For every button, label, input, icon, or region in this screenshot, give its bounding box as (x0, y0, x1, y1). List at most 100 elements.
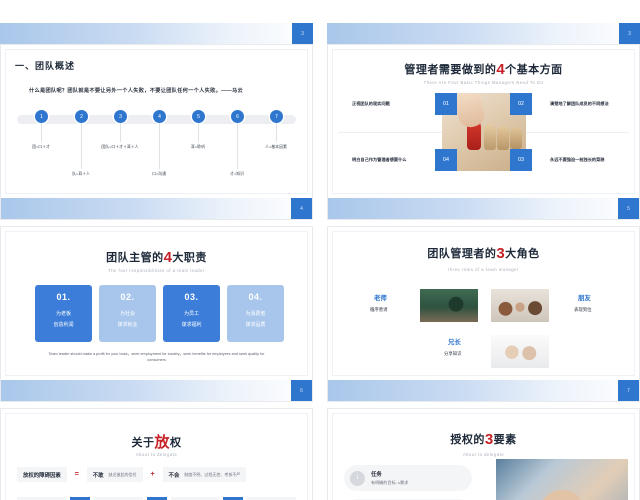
timeline-label-3: 团队=口＋才＋耳＋人 (101, 144, 139, 149)
formula-lhs: 放权的障碍因素 (17, 467, 67, 482)
footnote-text: Team leader should make a profit for you… (48, 352, 265, 362)
slide-canvas: 授权的3要素 About to delegate 1 任务 有明确的目标ం需求 … (328, 409, 639, 500)
slide-footer (328, 198, 639, 219)
element-title: 任务 (371, 472, 382, 478)
timeline-dot-6[interactable]: 6 (231, 110, 244, 123)
title-suffix: 个基本方面 (505, 64, 563, 76)
slide-footer (327, 23, 640, 44)
duty-line-2: 创造利润 (53, 322, 74, 328)
timeline-label-5: 耳=聆听 (191, 144, 205, 149)
role-desc-brother: 分享知识 (444, 351, 462, 356)
role-name-friend: 朋友 (578, 295, 591, 302)
formula-plus: + (150, 471, 155, 478)
slide-team-overview[interactable]: 一、团队概述 什么是团队呢？团队就是不要让另外一个人失败，不要让团队任何一个人失… (0, 44, 313, 220)
timeline-stem-6 (237, 123, 238, 169)
slide-footer (328, 380, 639, 401)
title-number: 放 (154, 434, 170, 451)
item-text-02: 清楚地了解团队成员的不同想法 (550, 101, 609, 106)
previous-slide-left-partial[interactable]: 3 (0, 0, 313, 44)
slide-four-responsibilities[interactable]: 团队主管的4大职责 The four responsibilities of a… (0, 226, 313, 402)
previous-slide-right-partial[interactable]: 3 (327, 0, 640, 44)
duty-line-2: 谋求就业 (117, 322, 138, 328)
timeline-dot-4[interactable]: 4 (153, 110, 166, 123)
title-prefix: 管理者需要做到的 (404, 64, 497, 76)
term-2-key: 不会 (168, 472, 180, 479)
term-1-key: 不敢 (92, 472, 104, 479)
slide-title: 关于放权 (1, 431, 312, 452)
slide-canvas: 一、团队概述 什么是团队呢？团队就是不要让另外一个人失败，不要让团队任何一个人失… (1, 45, 312, 198)
slide-three-roles[interactable]: 团队管理者的3大角色 three roles of a team manager… (327, 226, 640, 402)
classroom-photo (420, 289, 478, 322)
timeline-dot-2[interactable]: 2 (75, 110, 88, 123)
page-number-badge: 7 (618, 380, 639, 401)
duty-number: 02. (120, 292, 135, 302)
role-desc-teacher: 循序善诱 (370, 307, 388, 312)
timeline-stem-1 (41, 123, 42, 142)
pin-01[interactable]: 01 (435, 93, 457, 115)
duty-card-02[interactable]: 02. 为社会 谋求就业 (99, 285, 156, 342)
page-number-badge: 4 (291, 198, 312, 219)
duty-number: 04. (248, 292, 263, 302)
slide-title: 管理者需要做到的4个基本方面 (328, 61, 639, 78)
formula-lhs-label: 放权的障碍因素 (23, 472, 61, 479)
slide-footer (1, 198, 312, 219)
pin-03[interactable]: 03 (510, 149, 532, 171)
role-name-brother: 兄长 (448, 339, 461, 346)
timeline-stem-5 (198, 123, 199, 142)
timeline-dot-5[interactable]: 5 (192, 110, 205, 123)
slide-canvas: 关于放权 About to delegate 放权的障碍因素 = 不敢 缺乏彼此… (1, 409, 312, 500)
slide-three-elements[interactable]: 授权的3要素 About to delegate 1 任务 有明确的目标ం需求 … (327, 408, 640, 500)
timeline-label-4: 口=沟通 (152, 171, 166, 176)
timeline-stem-2 (81, 123, 82, 169)
timeline-dot-7[interactable]: 7 (270, 110, 283, 123)
timeline-dot-1[interactable]: 1 (35, 110, 48, 123)
slide-about-delegate[interactable]: 关于放权 About to delegate 放权的障碍因素 = 不敢 缺乏彼此… (0, 408, 313, 500)
element-item-task[interactable]: 1 任务 有明确的目标ం需求 (344, 465, 472, 491)
duty-line-1: 为社会 (119, 311, 135, 317)
page-number-badge: 3 (619, 23, 640, 44)
timeline-label-7: 人=基本因素 (265, 144, 287, 149)
duty-card-03[interactable]: 03. 为员工 谋求福利 (163, 285, 220, 342)
bullet-number-1: 1 (350, 470, 365, 486)
timeline-stem-7 (276, 123, 277, 142)
duty-line-2: 谋求品质 (245, 322, 266, 328)
term-1-value: 缺乏彼此的信任 (108, 471, 137, 477)
term-2-value: 制度不明、过程无控、考核不严 (184, 471, 241, 477)
title-number: 4 (496, 61, 506, 78)
two-men-talking-photo (491, 335, 549, 368)
formula-term-2: 不会 制度不明、过程无控、考核不严 (162, 467, 247, 482)
slide-subtitle: three roles of a team manager (448, 267, 519, 272)
slide-thumbnail-deck: 3 3 一、团队概述 什么是团队呢？团队就是不要让另外一个人失败，不要让团队任何… (0, 0, 640, 500)
element-text-block: 任务 有明确的目标ం需求 (371, 470, 408, 486)
duty-line-1: 为消费者 (245, 311, 266, 317)
timeline-label-6: 才=知识 (230, 171, 244, 176)
title-number: 3 (484, 431, 494, 448)
title-prefix: 团队管理者的 (427, 248, 497, 260)
title-prefix: 关于 (131, 437, 155, 449)
slide-canvas: 管理者需要做到的4个基本方面 There Are Four Basic Thin… (328, 45, 639, 198)
role-name-teacher: 老师 (374, 295, 387, 302)
timeline-dot-3[interactable]: 3 (114, 110, 127, 123)
pin-02[interactable]: 02 (510, 93, 532, 115)
title-suffix: 大角色 (505, 248, 540, 260)
group-discussion-photo (491, 289, 549, 322)
slide-canvas: 团队主管的4大职责 The four responsibilities of a… (1, 227, 312, 380)
item-text-04: 明白自己作为管理者想要什么 (352, 157, 407, 162)
element-desc: 有明确的目标ం需求 (371, 480, 409, 485)
title-suffix: 要素 (493, 434, 517, 446)
title-prefix: 团队主管的 (106, 252, 164, 264)
slide-subtitle: About to delegate (462, 452, 505, 457)
duty-card-04[interactable]: 04. 为消费者 谋求品质 (227, 285, 284, 342)
slide-subtitle: The four responsibilities of a team lead… (108, 268, 205, 273)
quote-text: 什么是团队呢？团队就是不要让另外一个人失败，不要让团队任何一个人失败。——马云 (29, 88, 244, 94)
title-number: 3 (496, 245, 506, 262)
timeline-label-2: 队=耳＋人 (72, 171, 90, 176)
slide-four-basic-things[interactable]: 管理者需要做到的4个基本方面 There Are Four Basic Thin… (327, 44, 640, 220)
page-number-badge: 6 (291, 380, 312, 401)
duty-card-01[interactable]: 01. 为老板 创造利润 (35, 285, 92, 342)
item-text-03: 永远不要强迫一枝独长的菜秧 (550, 157, 605, 162)
slide-subtitle: About to delegate (135, 452, 178, 457)
page-title: 一、团队概述 (15, 61, 76, 71)
pin-04[interactable]: 04 (435, 149, 457, 171)
page-number-badge: 5 (618, 198, 639, 219)
